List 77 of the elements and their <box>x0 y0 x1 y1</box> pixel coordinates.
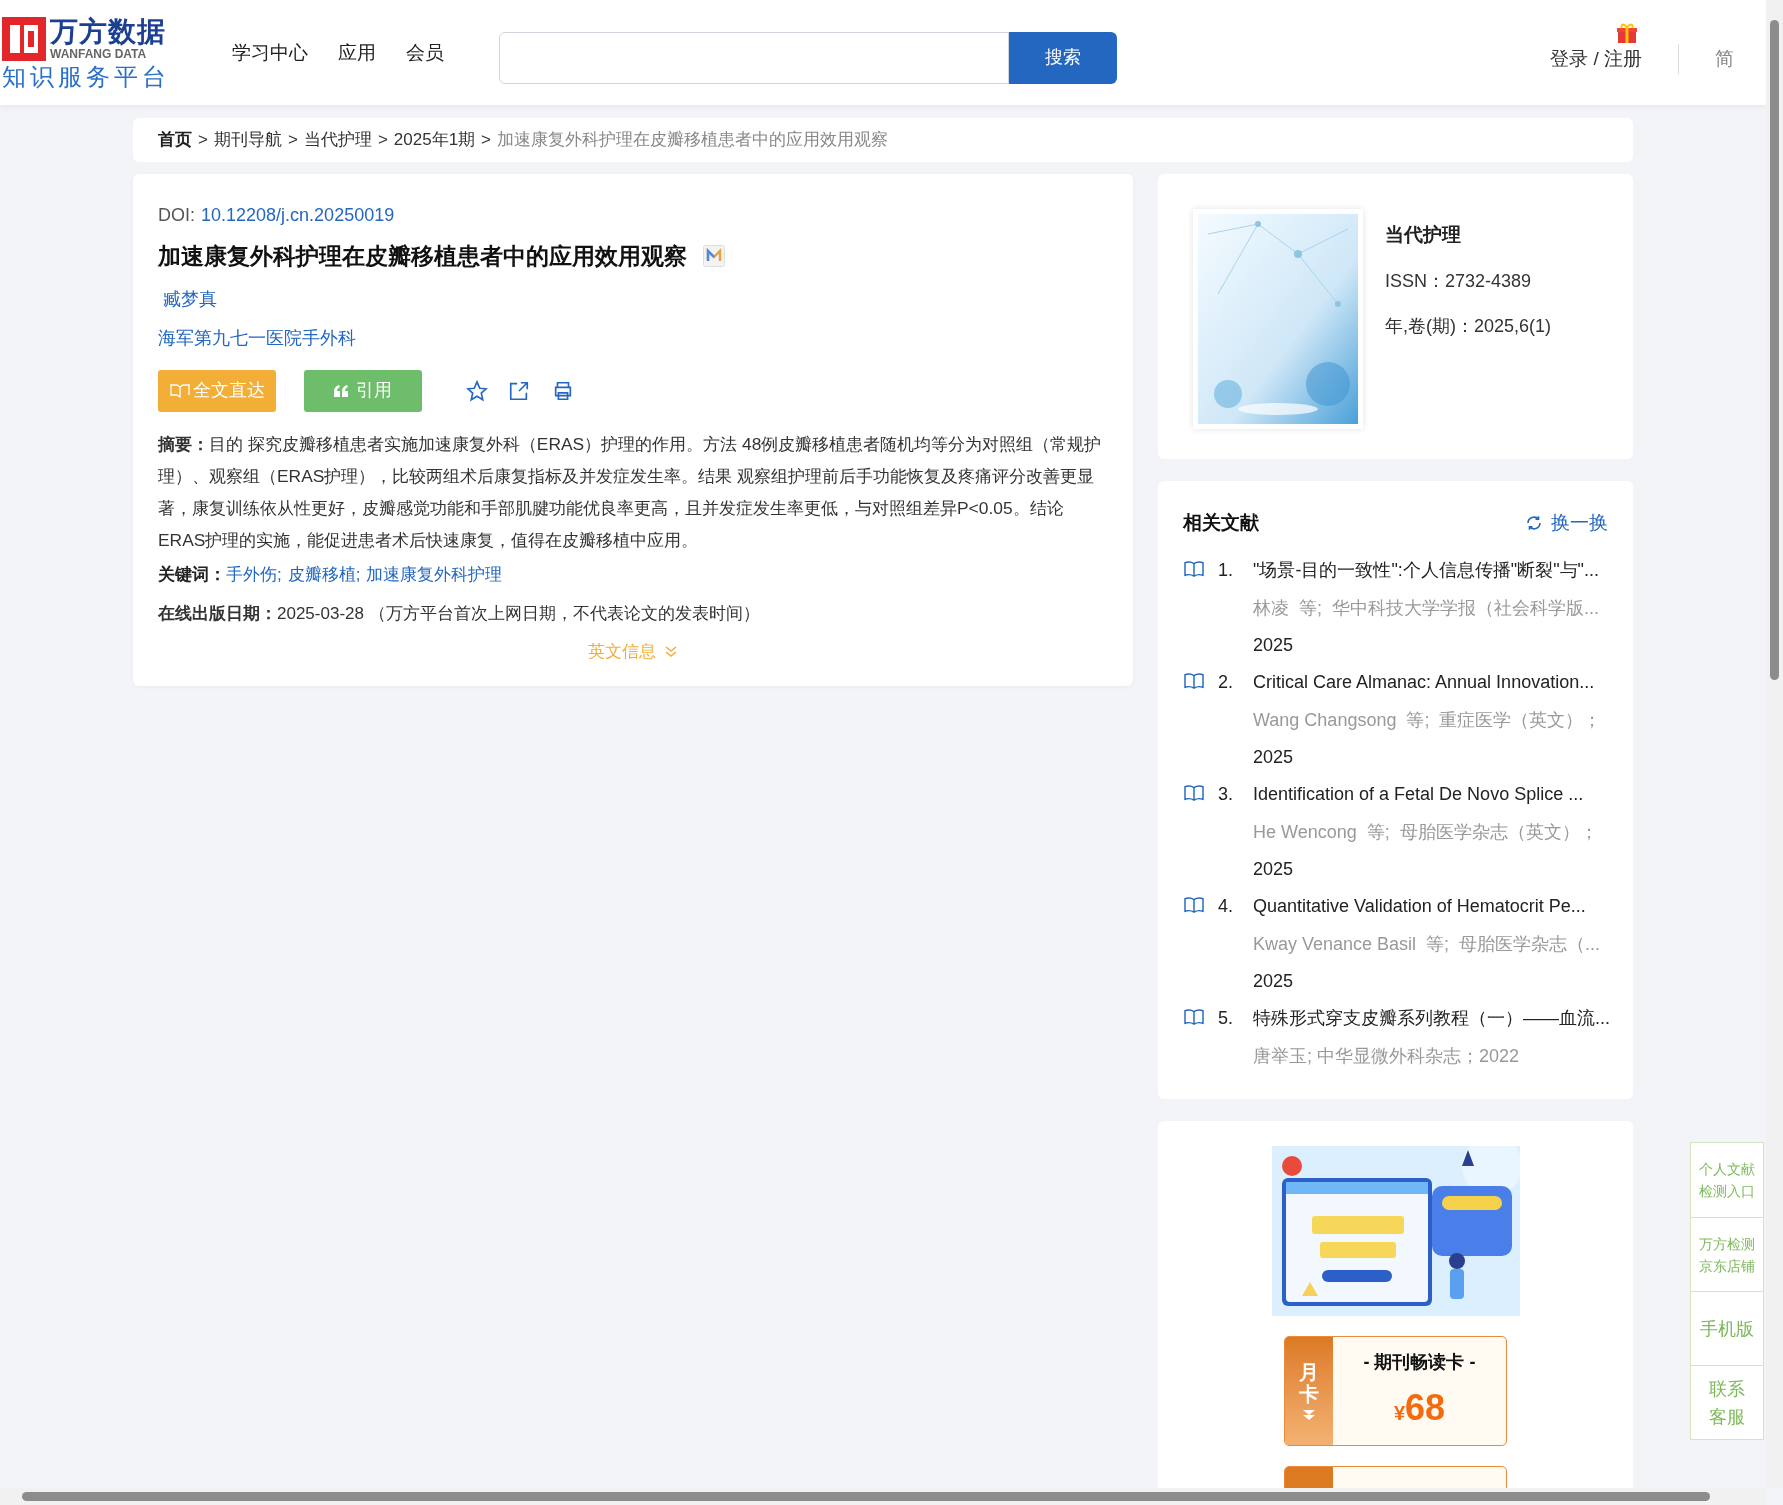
refresh-icon <box>1525 514 1543 533</box>
book-icon <box>1183 895 1205 914</box>
related-item-meta: Wang Changsong 等; 重症医学（英文）； <box>1253 708 1603 732</box>
search-button[interactable]: 搜索 <box>1009 31 1117 84</box>
affiliation-link[interactable]: 海军第九七一医院手外科 <box>158 324 1108 352</box>
related-item-title[interactable]: Identification of a Fetal De Novo Splice ... <box>1253 775 1608 813</box>
vertical-scrollbar[interactable] <box>1766 0 1783 1488</box>
logo-subtitle: WANFANG DATA <box>50 47 148 60</box>
breadcrumb-link[interactable]: 当代护理 <box>303 127 372 153</box>
journal-issue: 年,卷(期)：2025,6(1) <box>1385 314 1552 338</box>
refresh-button[interactable]: 换一换 <box>1525 509 1608 538</box>
breadcrumb-separator: > <box>198 129 208 152</box>
quote-icon <box>334 384 348 397</box>
related-item-title[interactable]: Critical Care Almanac: Annual Innovation... <box>1253 663 1608 701</box>
keyword-separator: ; <box>277 563 282 586</box>
related-item-title[interactable]: 特殊形式穿支皮瓣系列教程（一）——血流... <box>1253 999 1608 1037</box>
related-item-year: 2025 <box>1253 969 1295 993</box>
star-icon[interactable] <box>466 379 488 402</box>
logo-tagline: 知识服务平台 <box>2 64 171 89</box>
breadcrumb-separator: > <box>377 129 388 152</box>
print-icon[interactable] <box>552 379 574 402</box>
item-number: 5. <box>1218 1006 1234 1030</box>
book-icon <box>1183 559 1205 578</box>
book-icon <box>1183 671 1205 690</box>
related-item-meta: 林凌 等; 华中科技大学学报（社会科学版... <box>1253 596 1600 620</box>
nav-link[interactable]: 会员 <box>406 39 444 68</box>
related-item-year: 2025 <box>1253 857 1295 881</box>
nav-link[interactable]: 应用 <box>338 39 376 68</box>
share-icon[interactable] <box>508 379 530 402</box>
item-number: 4. <box>1218 894 1234 918</box>
breadcrumb-separator: > <box>287 129 298 152</box>
author-link[interactable]: 臧梦真 <box>163 285 217 313</box>
membership-card[interactable]: 月卡 - 期刊畅读卡 - ¥68 <box>1284 1335 1507 1446</box>
language-option[interactable]: 简 <box>1715 45 1734 74</box>
journal-name: 当代护理 <box>1385 223 1462 247</box>
related-item-year: 2025 <box>1253 745 1295 769</box>
breadcrumb-separator: > <box>481 129 492 152</box>
journal-issn: ISSN：2732-4389 <box>1385 269 1533 293</box>
m-badge-icon <box>703 245 725 268</box>
book-icon <box>1183 1007 1205 1026</box>
breadcrumb-link[interactable]: 首页 <box>158 127 192 153</box>
card-type-label: 月卡 <box>1299 1360 1319 1405</box>
gift-icon[interactable] <box>1616 22 1638 44</box>
related-item-meta: Kway Venance Basil 等; 母胎医学杂志（... <box>1253 932 1602 956</box>
related-item-meta: 唐举玉; 中华显微外科杂志；2022 <box>1253 1044 1521 1068</box>
login-link[interactable]: 登录 / 注册 <box>1550 45 1642 74</box>
related-title: 相关文献 <box>1183 511 1259 535</box>
keywords-label: 关键词： <box>158 563 226 586</box>
item-number: 2. <box>1218 670 1234 694</box>
logo-name: 万方数据 <box>50 17 166 46</box>
book-icon <box>169 382 191 399</box>
chevron-down-icon <box>664 644 678 659</box>
related-item-meta: He Wencong 等; 母胎医学杂志（英文）； <box>1253 820 1599 844</box>
item-number: 3. <box>1218 782 1234 806</box>
horizontal-scrollbar[interactable] <box>0 1488 1766 1505</box>
item-number: 1. <box>1218 558 1234 582</box>
breadcrumb-current: 加速康复外科护理在皮瓣移植患者中的应用效用观察 <box>497 129 889 152</box>
article-title: 加速康复外科护理在皮瓣移植患者中的应用效用观察 <box>158 242 687 271</box>
keyword-separator: ; <box>355 563 361 586</box>
nav-link[interactable]: 学习中心 <box>232 39 308 68</box>
publish-date: 在线出版日期：2025-03-28 （万方平台首次上网日期，不代表论文的发表时间） <box>158 603 761 625</box>
breadcrumb-link[interactable]: 期刊导航 <box>213 127 282 153</box>
related-item-year: 2025 <box>1253 633 1295 657</box>
book-icon <box>1183 783 1205 802</box>
related-item-title[interactable]: Quantitative Validation of Hematocrit Pe... <box>1253 887 1608 925</box>
doi-link[interactable]: 10.12208/j.cn.20250019 <box>201 202 395 229</box>
keyword-link[interactable]: 加速康复外科护理 <box>366 561 503 587</box>
card-title: - 期刊畅读卡 - <box>1363 1350 1476 1374</box>
related-item-title[interactable]: "场景-目的一致性":个人信息传播"断裂"与"... <box>1253 551 1608 589</box>
search-field[interactable] <box>499 31 1009 84</box>
keyword-link[interactable]: 手外伤 <box>226 561 277 587</box>
abstract-text: 摘要：目的 探究皮瓣移植患者实施加速康复外科（ERAS）护理的作用。方法 48例皮瓣移植患者随机均等分为对照组（常规护理）、观察组（ERAS护理），比较两组术后康复指标及并发症发生率。结果 观察组护理前后手功能恢复及疼痛评分改善更显著，康复训练依从性更好，皮瓣感觉功能和手部肌腱功能优良率更高，且并发症发生率更低，与对照组差异P<0.05。结论 ERAS护理的实施，能促进患者术后快速康复，值得在皮瓣移植中应用。 <box>158 432 1103 552</box>
chevron-down-icon <box>1302 1408 1316 1421</box>
breadcrumb-link[interactable]: 2025年1期 <box>393 127 476 153</box>
card-price: ¥68 <box>1393 1389 1446 1426</box>
keyword-link[interactable]: 皮瓣移植 <box>287 561 356 587</box>
doi-label: DOI: <box>158 204 195 227</box>
